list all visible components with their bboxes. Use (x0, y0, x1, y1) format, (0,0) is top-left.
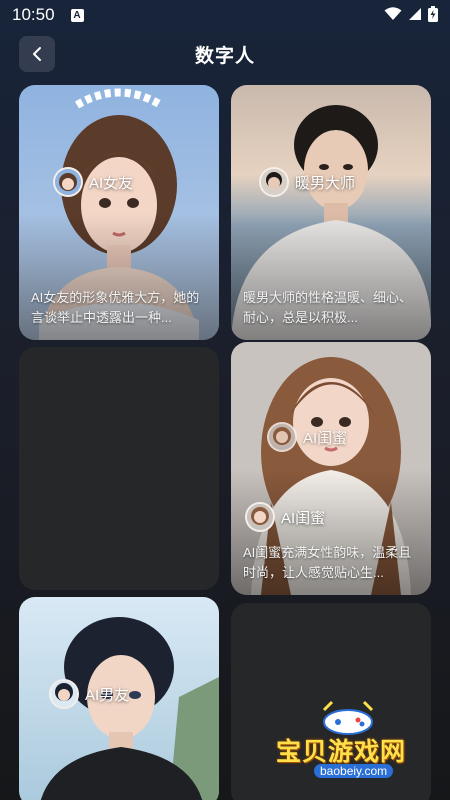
character-name: AI闺蜜 (303, 429, 348, 447)
status-time: 10:50 (12, 5, 55, 24)
watermark-url: baobeiy.com (314, 764, 394, 778)
character-name: AI男友 (85, 686, 130, 704)
signal-icon (409, 8, 421, 20)
avatar (245, 502, 275, 532)
page-title: 数字人 (194, 45, 255, 67)
character-description: AI女友的形象优雅大方，她的言谈举止中透露出一种... (31, 290, 200, 325)
avatar (53, 167, 83, 197)
notification-icon: A (70, 8, 84, 22)
character-badge: AI女友 (53, 167, 133, 197)
avatar (259, 167, 289, 197)
status-icons (384, 6, 438, 22)
status-bar: 10:50 A (0, 0, 450, 30)
watermark-text: 宝贝游戏网 (276, 738, 407, 766)
character-card-ai-girlfriend[interactable]: AI女友 AI女友的形象优雅大方，她的言谈举止中透露出一种... (19, 85, 219, 340)
wifi-icon (384, 7, 402, 20)
character-name: AI女友 (89, 174, 134, 192)
site-watermark: 宝贝游戏网 baobeiy.com (268, 700, 428, 790)
header: 数字人 (0, 34, 450, 74)
character-card-warm-guy[interactable]: 暖男大师 暖男大师的性格温暖、细心、耐心，总是以积极... (231, 85, 431, 340)
character-card-ai-bestie[interactable]: AI闺蜜 AI闺蜜 AI闺蜜充满女性韵味，温柔且时尚，让人感觉贴心生... (231, 342, 431, 595)
character-badge-ghost: AI闺蜜 (267, 422, 347, 452)
gamepad-logo-icon (322, 700, 374, 735)
character-card-ai-boyfriend[interactable]: AI男友 (19, 597, 219, 800)
character-card-placeholder[interactable] (19, 347, 219, 590)
character-badge: AI男友 (49, 679, 129, 709)
character-badge: 暖男大师 (259, 167, 355, 197)
battery-icon (428, 6, 438, 22)
character-description: AI闺蜜充满女性韵味，温柔且时尚，让人感觉贴心生... (243, 545, 412, 580)
character-name: AI闺蜜 (281, 509, 326, 527)
chevron-left-icon (33, 47, 41, 61)
character-badge: AI闺蜜 (245, 502, 325, 532)
back-button[interactable] (19, 36, 55, 72)
avatar (49, 679, 79, 709)
avatar (267, 422, 297, 452)
character-description: 暖男大师的性格温暖、细心、耐心，总是以积极... (243, 290, 413, 325)
character-name: 暖男大师 (295, 174, 356, 192)
